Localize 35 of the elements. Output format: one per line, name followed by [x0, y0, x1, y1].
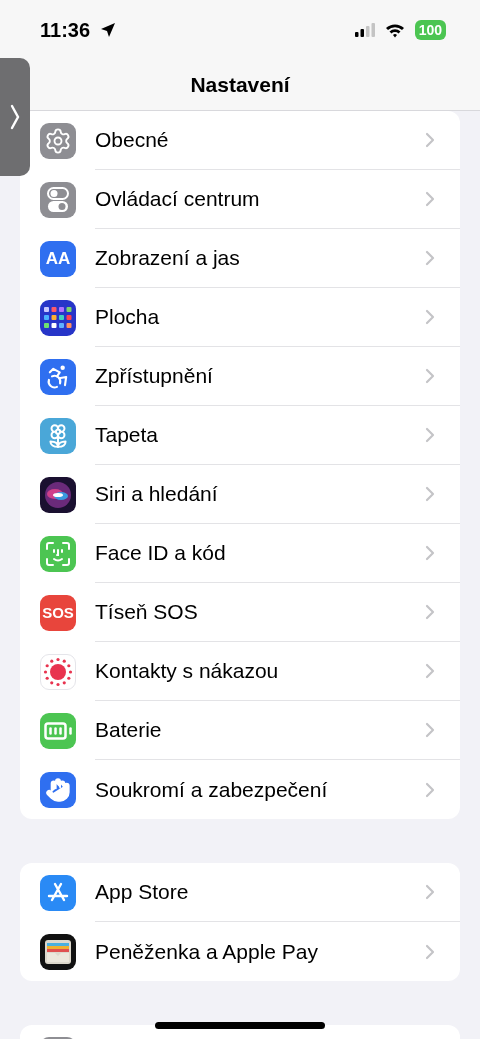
settings-item-label[interactable]: Plocha	[95, 305, 418, 329]
battery-icon	[40, 712, 76, 749]
settings-item-label[interactable]: Zpřístupnění	[95, 364, 418, 388]
settings-item-label[interactable]: Tíseň SOS	[95, 600, 418, 624]
settings-item-label[interactable]: Face ID a kód	[95, 541, 418, 565]
side-pull-tab[interactable]	[0, 58, 30, 176]
app-store-icon	[40, 874, 76, 911]
flower-icon	[40, 417, 76, 454]
app-grid-icon	[40, 299, 76, 336]
settings-item-label[interactable]: Siri a hledání	[95, 482, 418, 506]
settings-item-label[interactable]: Zobrazení a jas	[95, 246, 418, 270]
settings-item-label[interactable]: Ovládací centrum	[95, 187, 418, 211]
screen-title: Nastavení	[189, 72, 291, 98]
wallet-icon	[40, 933, 76, 970]
smiling-face-icon	[40, 535, 76, 572]
settings-item-label[interactable]: Kontakty s nákazou	[95, 659, 418, 683]
settings-item-label[interactable]: Obecné	[95, 128, 418, 152]
settings-item-label[interactable]: Baterie	[95, 718, 418, 742]
accessibility-icon	[40, 358, 76, 395]
gear-icon	[40, 122, 76, 159]
status-time: 11:36	[40, 18, 91, 42]
sos-icon: SOS	[40, 594, 76, 631]
settings-item-label[interactable]: Tapeta	[95, 423, 418, 447]
text-size-icon: AA	[40, 240, 76, 277]
signal-icon	[354, 23, 375, 37]
hand-icon	[40, 771, 76, 808]
chevron-right-icon	[10, 104, 20, 130]
toggle-switches-icon	[40, 181, 76, 218]
location-arrow-icon	[100, 22, 117, 38]
settings-item-label[interactable]: Peněženka a Apple Pay	[95, 939, 418, 964]
glowing-orb-icon	[40, 476, 76, 513]
wifi-icon	[384, 22, 405, 38]
battery-level: 100	[414, 20, 446, 40]
settings-item-label[interactable]: App Store	[95, 880, 418, 904]
settings-item-label[interactable]: Soukromí a zabezpečení	[95, 777, 418, 802]
